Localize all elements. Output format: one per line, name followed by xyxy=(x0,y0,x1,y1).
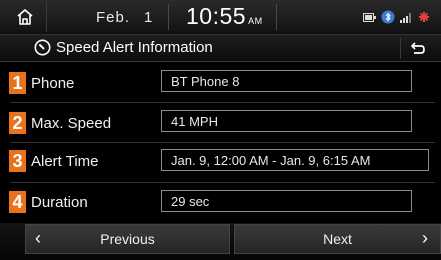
max-speed-value: 41 MPH xyxy=(161,110,412,132)
alert-time-value: Jan. 9, 12:00 AM - Jan. 9, 6:15 AM xyxy=(161,149,429,171)
previous-button[interactable]: ‹ Previous xyxy=(25,224,230,254)
phone-value: BT Phone 8 xyxy=(161,70,412,92)
home-button[interactable] xyxy=(4,2,47,32)
title-bar: Speed Alert Information xyxy=(0,35,441,62)
back-button[interactable] xyxy=(400,37,435,59)
previous-label: Previous xyxy=(100,231,155,247)
info-row-phone: 1 Phone BT Phone 8 xyxy=(0,62,441,102)
clock-time: 10:55 xyxy=(186,3,247,29)
next-button[interactable]: Next › xyxy=(234,224,441,254)
page-title: Speed Alert Information xyxy=(56,39,213,56)
home-icon xyxy=(17,9,33,25)
next-label: Next xyxy=(323,231,352,247)
info-row-max-speed: 2 Max. Speed 41 MPH xyxy=(0,102,441,142)
clock: 10:55 AM xyxy=(186,3,263,30)
status-bar: Feb. 1 10:55 AM xyxy=(0,0,441,35)
row-label: Phone xyxy=(31,75,75,92)
info-row-alert-time: 3 Alert Time Jan. 9, 12:00 AM - Jan. 9, … xyxy=(0,142,441,182)
status-icons xyxy=(363,10,429,24)
duration-value: 29 sec xyxy=(161,190,412,212)
battery-icon xyxy=(363,12,376,22)
date-day: 1 xyxy=(144,9,154,26)
date: Feb. 1 xyxy=(96,9,153,26)
signal-icon xyxy=(400,12,411,23)
alert-icon xyxy=(419,12,429,22)
row-label: Max. Speed xyxy=(31,115,112,132)
row-label: Duration xyxy=(31,194,88,211)
row-number-badge: 4 xyxy=(9,191,26,213)
bluetooth-icon xyxy=(381,10,395,24)
speedometer-icon xyxy=(34,39,51,56)
clock-ampm: AM xyxy=(248,16,263,26)
row-number-badge: 2 xyxy=(9,112,26,134)
bottom-nav-bar: ‹ Previous Next › xyxy=(0,223,441,260)
status-divider xyxy=(276,4,277,30)
back-arrow-icon xyxy=(411,42,425,54)
row-label: Alert Time xyxy=(31,153,99,170)
date-month: Feb. xyxy=(96,9,131,26)
status-divider xyxy=(168,4,169,30)
row-number-badge: 3 xyxy=(9,150,26,172)
row-number-badge: 1 xyxy=(9,72,26,94)
chevron-right-icon: › xyxy=(422,228,428,248)
chevron-left-icon: ‹ xyxy=(35,228,41,248)
info-row-duration: 4 Duration 29 sec xyxy=(0,182,441,222)
